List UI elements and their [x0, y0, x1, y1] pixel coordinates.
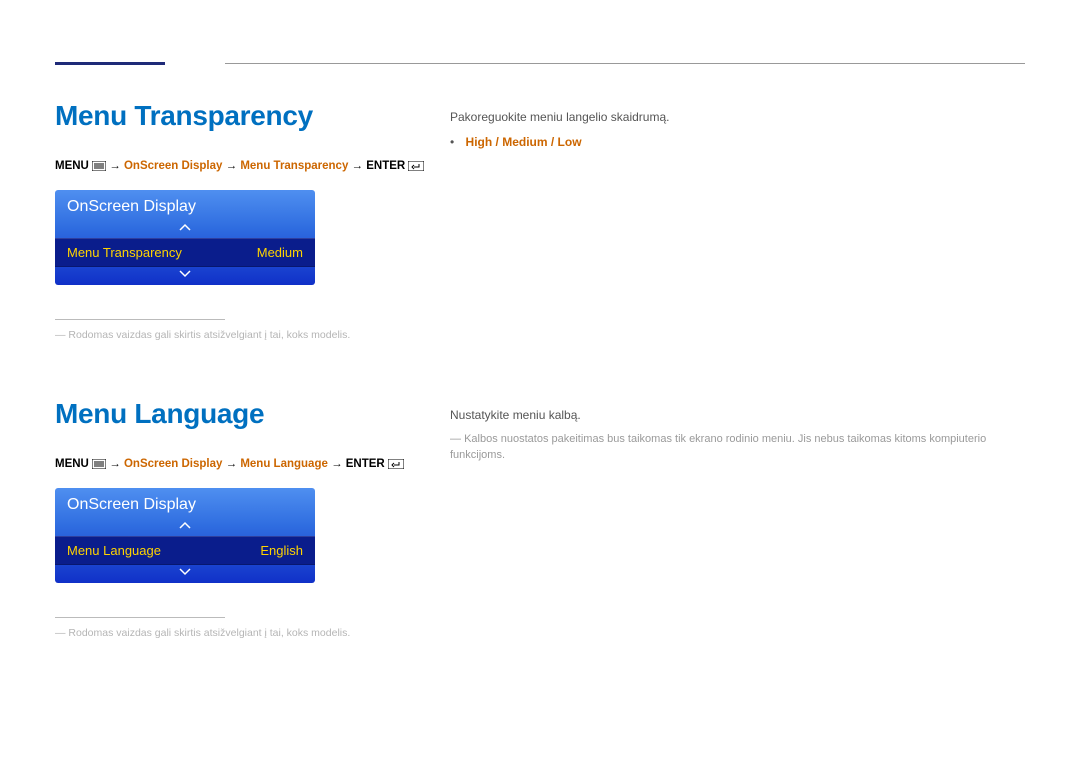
- right-column: Pakoreguokite meniu langelio skaidrumą. …: [450, 100, 1025, 149]
- breadcrumb: MENU → OnScreen Display → Menu Transpare…: [55, 160, 450, 172]
- osd-arrow-up[interactable]: [55, 518, 315, 536]
- osd-panel-header: OnScreen Display: [55, 190, 315, 220]
- osd-item-value: Medium: [257, 245, 303, 260]
- osd-item[interactable]: Menu Language English: [55, 536, 315, 565]
- osd-item-label: Menu Transparency: [67, 245, 182, 260]
- breadcrumb-path2: Menu Language: [240, 458, 328, 470]
- header-accent-bar: [55, 62, 165, 65]
- breadcrumb-path2: Menu Transparency: [240, 160, 348, 172]
- footnote: Rodomas vaizdas gali skirtis atsižvelgia…: [55, 328, 450, 343]
- chevron-up-icon: [178, 223, 192, 231]
- breadcrumb-menu: MENU: [55, 160, 89, 172]
- section-menu-transparency: Menu Transparency MENU → OnScreen Displa…: [55, 100, 1025, 343]
- breadcrumb-menu: MENU: [55, 458, 89, 470]
- bullet-dot: •: [450, 135, 462, 149]
- breadcrumb-enter: ENTER: [366, 160, 405, 172]
- options-values: High / Medium / Low: [466, 135, 582, 149]
- footnote-divider: [55, 319, 225, 320]
- menu-icon: [92, 161, 106, 171]
- osd-panel-header: OnScreen Display: [55, 488, 315, 518]
- enter-icon: [388, 459, 404, 469]
- breadcrumb-arrow: →: [331, 458, 346, 470]
- section-menu-language: Menu Language MENU → OnScreen Display → …: [55, 398, 1025, 641]
- chevron-down-icon: [178, 270, 192, 278]
- right-column: Nustatykite meniu kalbą. Kalbos nuostato…: [450, 398, 1025, 464]
- osd-item-value: English: [260, 543, 303, 558]
- options-bullet: • High / Medium / Low: [450, 135, 1025, 149]
- section-title: Menu Transparency: [55, 100, 450, 132]
- breadcrumb-arrow: →: [226, 160, 241, 172]
- enter-icon: [408, 161, 424, 171]
- osd-arrow-down[interactable]: [55, 565, 315, 583]
- description: Nustatykite meniu kalbą.: [450, 406, 1025, 425]
- footnote: Rodomas vaizdas gali skirtis atsižvelgia…: [55, 626, 450, 641]
- osd-item[interactable]: Menu Transparency Medium: [55, 238, 315, 267]
- menu-icon: [92, 459, 106, 469]
- chevron-up-icon: [178, 521, 192, 529]
- osd-item-label: Menu Language: [67, 543, 161, 558]
- osd-panel: OnScreen Display Menu Transparency Mediu…: [55, 190, 315, 285]
- header-divider: [225, 63, 1025, 64]
- breadcrumb-arrow: →: [109, 160, 124, 172]
- breadcrumb-enter: ENTER: [346, 458, 385, 470]
- note: Kalbos nuostatos pakeitimas bus taikomas…: [450, 431, 1025, 464]
- breadcrumb-arrow: →: [352, 160, 367, 172]
- osd-arrow-up[interactable]: [55, 220, 315, 238]
- left-column: Menu Language MENU → OnScreen Display → …: [55, 398, 450, 641]
- section-title: Menu Language: [55, 398, 450, 430]
- chevron-down-icon: [178, 568, 192, 576]
- osd-arrow-down[interactable]: [55, 267, 315, 285]
- breadcrumb-arrow: →: [109, 458, 124, 470]
- left-column: Menu Transparency MENU → OnScreen Displa…: [55, 100, 450, 343]
- breadcrumb: MENU → OnScreen Display → Menu Language …: [55, 458, 450, 470]
- breadcrumb-path1: OnScreen Display: [124, 160, 222, 172]
- breadcrumb-arrow: →: [226, 458, 241, 470]
- description: Pakoreguokite meniu langelio skaidrumą.: [450, 108, 1025, 127]
- osd-panel: OnScreen Display Menu Language English: [55, 488, 315, 583]
- page: Menu Transparency MENU → OnScreen Displa…: [0, 0, 1080, 763]
- footnote-divider: [55, 617, 225, 618]
- breadcrumb-path1: OnScreen Display: [124, 458, 222, 470]
